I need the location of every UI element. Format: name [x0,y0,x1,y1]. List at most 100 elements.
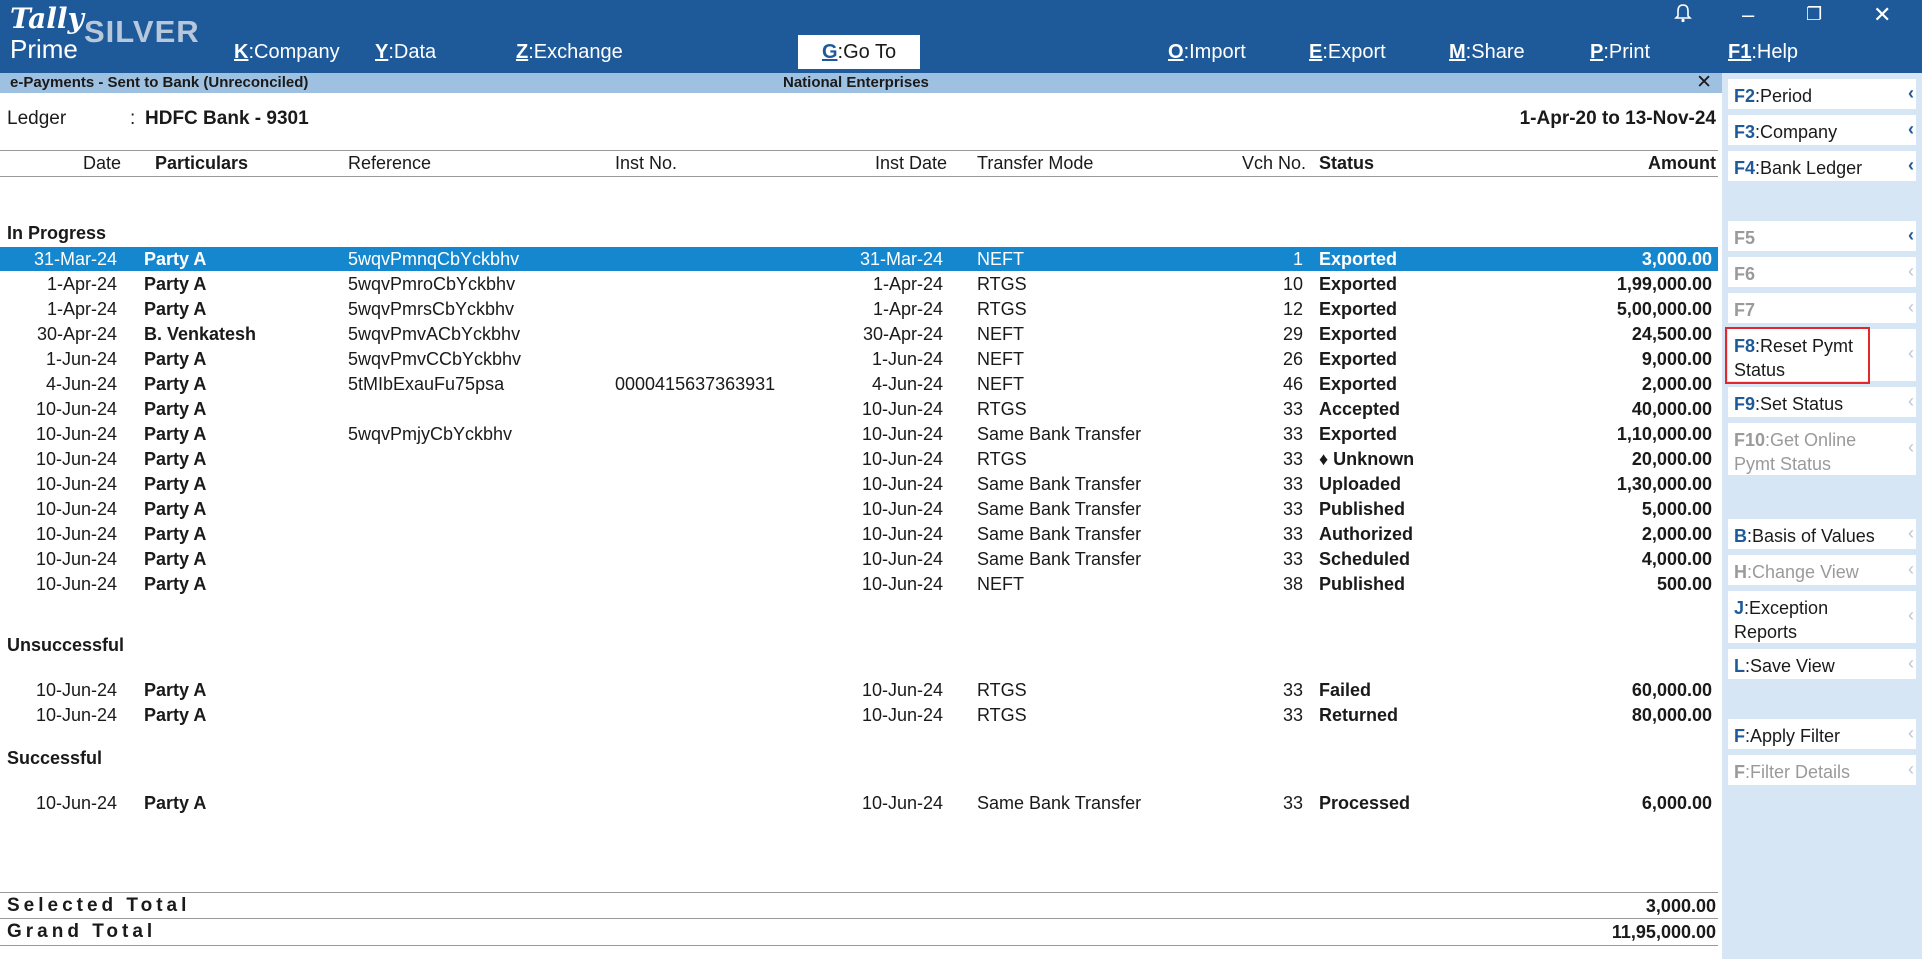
menu-company[interactable]: K:Company [234,41,340,64]
table-row[interactable]: 10-Jun-24 Party A 10-Jun-24 RTGS 33 Accepted 4… [0,397,1718,421]
get-online-pymt-status-button[interactable]: F10:Get Online Pymt Status ‹ [1728,423,1916,475]
menu-data[interactable]: Y:Data [375,41,436,64]
restore-icon[interactable]: ❐ [1806,4,1822,25]
row-particulars: B. Venkatesh [144,324,257,344]
row-transfer-mode: Same Bank Transfer [977,793,1142,813]
button-label: F:Filter Details [1734,762,1851,782]
table-row[interactable]: 10-Jun-24 Party A 10-Jun-24 Same Bank Trans… [0,472,1718,496]
row-inst-date: 30-Apr-24 [862,324,943,344]
menu-share[interactable]: M:Share [1449,41,1525,64]
table-row[interactable]: 10-Jun-24 Party A 10-Jun-24 RTGS 33 Failed 60,… [0,678,1718,702]
report-title: e-Payments - Sent to Bank (Unreconciled) [10,74,309,91]
table-row[interactable]: 10-Jun-24 Party A 10-Jun-24 Same Bank Trans… [0,522,1718,546]
row-reference: 5wqvPmjyCbYckbhv [348,424,513,444]
col-inst-no: Inst No. [615,153,678,173]
row-particulars: Party A [144,424,207,444]
f7-button[interactable]: F7 ‹ [1728,293,1916,323]
row-date: 10-Jun-24 [35,793,117,813]
row-status: Exported [1319,349,1398,369]
row-inst-date: 10-Jun-24 [861,449,943,469]
shortcut-key: H [1734,562,1747,582]
selected-total-value: 3,000.00 [1645,896,1716,916]
company-button[interactable]: F3:Company ‹ [1728,115,1916,145]
close-window-icon[interactable]: ✕ [1873,2,1891,28]
ledger-name[interactable]: HDFC Bank - 9301 [145,108,309,130]
row-inst-date: 31-Mar-24 [859,249,943,269]
section-in-progress: In Progress [7,223,107,243]
table-row[interactable]: 10-Jun-24 Party A 10-Jun-24 Same Bank Trans… [0,547,1718,571]
button-label: F3:Company [1734,122,1838,142]
row-vch-no: 10 [1282,274,1303,294]
shortcut-key: F [1734,762,1745,782]
save-view-button[interactable]: L:Save View ‹ [1728,649,1916,679]
grand-total-value: 11,95,000.00 [1611,922,1716,942]
table-row[interactable]: 1-Apr-24 Party A 5wqvPmrsCbYckbhv 1-Apr-24 R… [0,297,1718,321]
exception-reports-button[interactable]: J:Exception Reports ‹ [1728,591,1916,643]
row-particulars: Party A [144,549,207,569]
table-row[interactable]: 10-Jun-24 Party A 10-Jun-24 RTGS 33 ♦ Unknown… [0,447,1718,471]
table-row[interactable]: 1-Jun-24 Party A 5wqvPmvCCbYckbhv 1-Jun-24 N… [0,347,1718,371]
logo-tally: Tally [10,2,84,35]
button-text: Set Status [1760,394,1844,414]
row-status: Exported [1319,374,1398,394]
row-status: Published [1319,499,1406,519]
row-status: Returned [1319,705,1399,725]
row-date: 10-Jun-24 [35,399,117,419]
table-row[interactable]: 10-Jun-24 Party A 5wqvPmjyCbYckbhv 10-Jun-2… [0,422,1718,446]
table-row[interactable]: 30-Apr-24 B. Venkatesh 5wqvPmvACbYckbhv 30-… [0,322,1718,346]
col-status: Status [1319,153,1375,173]
close-report-icon[interactable]: ✕ [1696,71,1712,94]
button-label: F:Apply Filter [1734,726,1841,746]
section-unsuccessful: Unsuccessful [7,635,125,655]
f5-button[interactable]: F5 ‹ [1728,221,1916,251]
menu-label: Exchange [533,41,623,63]
goto-button[interactable]: G:Go To [798,35,920,69]
shortcut-key: F10 [1734,430,1766,450]
shortcut-key: F [1734,726,1745,746]
table-row[interactable]: 10-Jun-24 Party A 10-Jun-24 Same Bank Trans… [0,791,1718,815]
button-text: Change View [1752,562,1859,582]
button-text: Apply Filter [1750,726,1841,746]
row-inst-date: 10-Jun-24 [861,705,943,725]
period-button[interactable]: F2:Period ‹ [1728,79,1916,109]
menu-import[interactable]: O:Import [1168,41,1246,64]
menu-key: M [1449,41,1466,63]
f6-button[interactable]: F6 ‹ [1728,257,1916,287]
bell-icon[interactable] [1672,2,1694,24]
filter-details-button[interactable]: F:Filter Details ‹ [1728,755,1916,785]
menu-exchange[interactable]: Z:Exchange [516,41,623,64]
row-status: Exported [1319,299,1398,319]
row-amount: 500.00 [1656,574,1712,594]
row-amount: 3,000.00 [1641,249,1712,269]
basis-of-values-button[interactable]: B:Basis of Values ‹ [1728,519,1916,549]
row-amount: 2,000.00 [1641,524,1712,544]
row-date: 10-Jun-24 [35,424,117,444]
table-row[interactable]: 10-Jun-24 Party A 10-Jun-24 NEFT 38 Published… [0,572,1718,596]
bank-ledger-button[interactable]: F4:Bank Ledger ‹ [1728,151,1916,181]
table-row[interactable]: 10-Jun-24 Party A 10-Jun-24 Same Bank Trans… [0,497,1718,521]
set-status-button[interactable]: F9:Set Status ‹ [1728,387,1916,417]
menu-label: Export [1327,41,1386,63]
table-row[interactable]: 4-Jun-24 Party A 5tMIbExauFu75psa 000041563… [0,372,1718,396]
table-row[interactable]: 1-Apr-24 Party A 5wqvPmroCbYckbhv 1-Apr-24 R… [0,272,1718,296]
row-transfer-mode: NEFT [977,574,1024,594]
row-transfer-mode: Same Bank Transfer [977,424,1142,444]
row-reference: 5wqvPmvCCbYckbhv [348,349,522,369]
section-successful: Successful [7,748,103,768]
table-row[interactable]: 10-Jun-24 Party A 10-Jun-24 RTGS 33 Returned 8… [0,703,1718,727]
menu-help[interactable]: F1:Help [1728,41,1798,64]
table-row[interactable]: 31-Mar-24 Party A 5wqvPmnqCbYckbhv 31-Mar-2… [0,247,1718,271]
row-status: ♦ Unknown [1319,449,1415,469]
row-vch-no: 33 [1282,680,1303,700]
row-status: Scheduled [1319,549,1411,569]
chevron-left-icon: ‹ [1908,225,1914,245]
menu-export[interactable]: E:Export [1309,41,1386,64]
change-view-button[interactable]: H:Change View ‹ [1728,555,1916,585]
menu-print[interactable]: P:Print [1590,41,1650,64]
apply-filter-button[interactable]: F:Apply Filter ‹ [1728,719,1916,749]
minimize-icon[interactable]: – [1742,2,1754,28]
row-amount: 5,000.00 [1641,499,1712,519]
row-status: Exported [1319,249,1398,269]
row-date: 10-Jun-24 [35,449,117,469]
row-amount: 1,99,000.00 [1616,274,1712,294]
